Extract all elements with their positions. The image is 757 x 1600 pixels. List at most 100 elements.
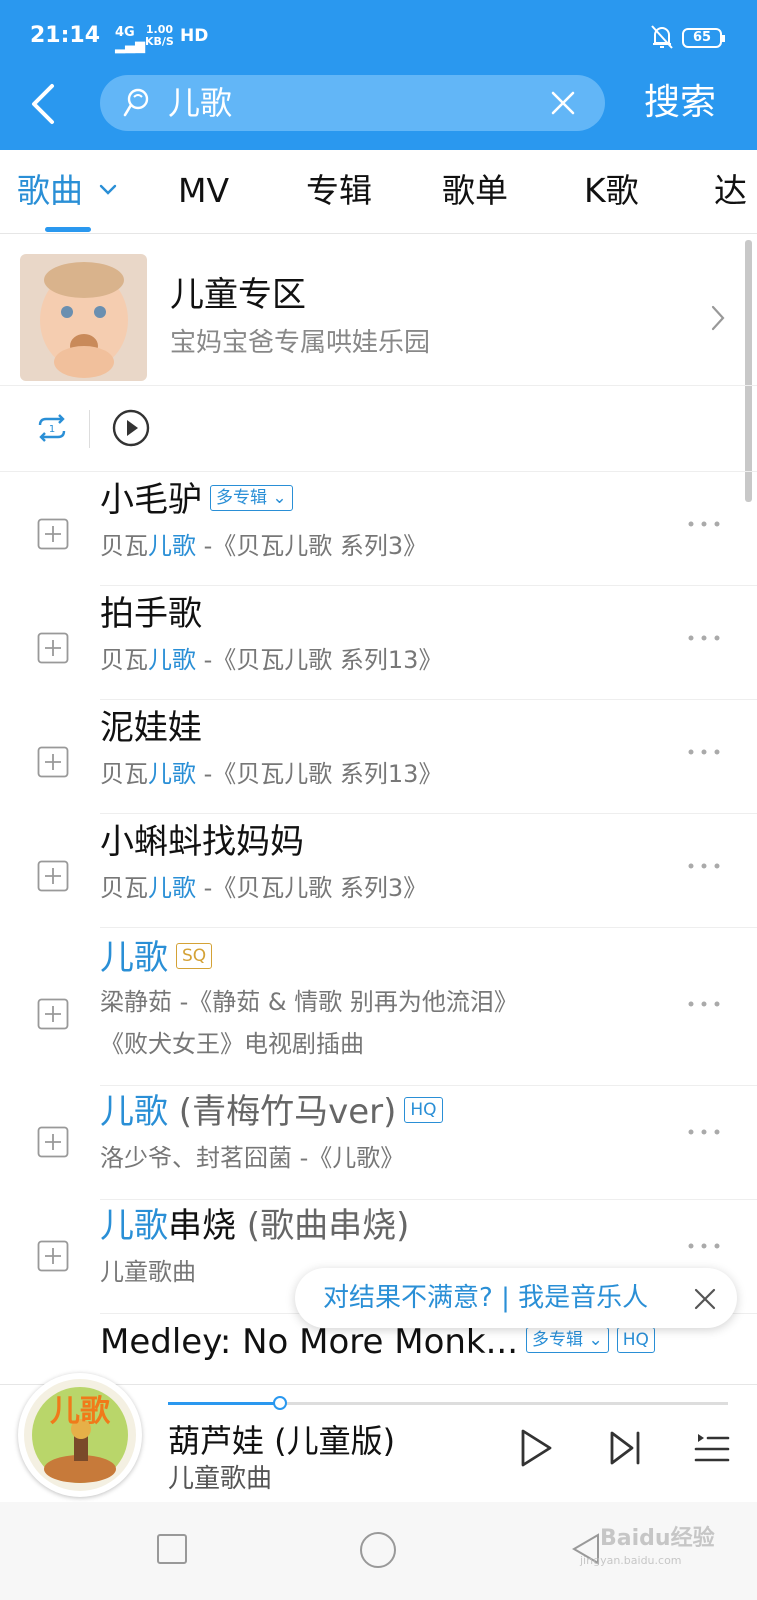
song-title: 小毛驴 多专辑 ⌄ <box>100 478 293 522</box>
song-title-rest: (青梅竹马ver) <box>168 1092 397 1132</box>
next-track-icon[interactable] <box>608 1429 642 1467</box>
battery-level: 65 <box>692 30 712 45</box>
status-time: 21:14 <box>30 23 101 48</box>
tab-mv[interactable]: MV <box>178 170 229 212</box>
search-input[interactable]: 儿歌 <box>100 75 605 131</box>
recent-apps-button[interactable] <box>157 1534 187 1564</box>
song-meta: 儿童歌曲 <box>100 1258 196 1286</box>
play-all-icon[interactable] <box>111 408 151 448</box>
album-name: -《贝瓦儿歌 系列13》 <box>196 760 443 788</box>
network-indicator: 4G ▂▄▆ <box>115 25 145 54</box>
watermark-url: jingyan.baidu.com <box>580 1554 682 1567</box>
more-icon[interactable] <box>686 999 722 1009</box>
status-bar: 21:14 4G ▂▄▆ 1.00 KB/S HD 65 <box>0 0 757 70</box>
feedback-toast[interactable]: 对结果不满意? | 我是音乐人 <box>295 1268 737 1328</box>
repeat-one-icon[interactable]: 1 <box>34 410 70 446</box>
back-arrow-icon[interactable] <box>26 82 66 126</box>
now-playing-artist: 儿童歌曲 <box>168 1464 273 1494</box>
app-header: 21:14 4G ▂▄▆ 1.00 KB/S HD 65 儿歌 搜索 <box>0 0 757 150</box>
progress-handle[interactable] <box>273 1396 287 1410</box>
divider <box>89 410 90 448</box>
hd-indicator: HD <box>180 26 209 46</box>
tab-playlists[interactable]: 歌单 <box>442 170 508 212</box>
song-title: 小蝌蚪找妈妈 <box>100 822 304 862</box>
badge-label: 多专辑 <box>216 487 267 508</box>
album-cover-art: 儿歌 <box>24 1379 136 1491</box>
play-icon[interactable] <box>518 1427 554 1469</box>
artist-highlight: 儿歌 <box>148 760 196 788</box>
song-meta: 贝瓦儿歌 -《贝瓦儿歌 系列13》 <box>100 758 442 790</box>
song-meta: 贝瓦儿歌 -《贝瓦儿歌 系列3》 <box>100 530 427 562</box>
badge-label: 多专辑 <box>532 1329 584 1350</box>
song-row[interactable]: 儿歌 (青梅竹马ver) HQ 洛少爷、封茗囧菌 -《儿歌》 <box>0 1086 757 1200</box>
song-title-note: (歌曲串烧) <box>236 1206 410 1246</box>
more-icon[interactable] <box>686 1127 722 1137</box>
mini-player[interactable]: 儿歌 葫芦娃 (儿童版) 儿童歌曲 <box>0 1373 757 1502</box>
more-icon[interactable] <box>686 519 722 529</box>
artist-highlight: 儿歌 <box>148 646 196 674</box>
clear-icon[interactable] <box>549 89 577 117</box>
voice-search-icon[interactable] <box>118 85 154 121</box>
artist-prefix: 贝瓦 <box>100 760 148 788</box>
add-icon[interactable] <box>37 746 69 778</box>
more-icon[interactable] <box>686 633 722 643</box>
tab-artists[interactable]: 达 <box>714 170 747 212</box>
bell-muted-icon <box>651 25 673 49</box>
network-label: 4G <box>115 25 135 40</box>
speed-unit: KB/S <box>145 35 174 48</box>
song-title: 儿歌 (青梅竹马ver) HQ <box>100 1090 443 1134</box>
song-title: 儿歌 SQ <box>100 936 213 980</box>
result-tabs: 歌曲 MV 专辑 歌单 K歌 达 <box>0 150 757 234</box>
battery-icon: 65 <box>682 28 725 48</box>
more-icon[interactable] <box>686 747 722 757</box>
multi-album-badge[interactable]: 多专辑 ⌄ <box>210 484 293 511</box>
artist-prefix: 贝瓦 <box>100 532 148 560</box>
tab-karaoke[interactable]: K歌 <box>584 170 639 212</box>
add-icon[interactable] <box>37 1126 69 1158</box>
playback-controls: 1 <box>0 386 757 472</box>
song-row[interactable]: 拍手歌 贝瓦儿歌 -《贝瓦儿歌 系列13》 <box>0 586 757 700</box>
song-note: 《败犬女王》电视剧插曲 <box>100 1030 364 1058</box>
add-icon[interactable] <box>37 998 69 1030</box>
search-button[interactable]: 搜索 <box>644 80 716 126</box>
add-icon[interactable] <box>37 518 69 550</box>
active-tab-indicator <box>45 227 91 232</box>
song-row[interactable]: 小毛驴 多专辑 ⌄ 贝瓦儿歌 -《贝瓦儿歌 系列3》 <box>0 472 757 586</box>
svg-text:1: 1 <box>49 424 55 435</box>
song-title-text: 小毛驴 <box>100 480 202 520</box>
song-row[interactable]: 儿歌 SQ 梁静茹 -《静茹 & 情歌 别再为他流泪》 《败犬女王》电视剧插曲 <box>0 928 757 1086</box>
baidu-watermark: Baidu经验 jingyan.baidu.com <box>580 1520 715 1567</box>
song-title-highlight: 儿歌 <box>100 938 168 978</box>
song-row[interactable]: 泥娃娃 贝瓦儿歌 -《贝瓦儿歌 系列13》 <box>0 700 757 814</box>
progress-bar[interactable] <box>168 1396 728 1410</box>
tab-albums[interactable]: 专辑 <box>306 170 372 212</box>
song-title: 拍手歌 <box>100 594 202 634</box>
song-row[interactable]: 小蝌蚪找妈妈 贝瓦儿歌 -《贝瓦儿歌 系列3》 <box>0 814 757 928</box>
home-button[interactable] <box>360 1532 396 1568</box>
hq-badge: HQ <box>616 1326 655 1353</box>
song-title-highlight: 儿歌 <box>100 1206 168 1246</box>
chevron-down-icon[interactable] <box>98 183 118 197</box>
album-name: -《贝瓦儿歌 系列3》 <box>196 874 428 902</box>
song-title-highlight: 儿歌 <box>100 1092 168 1132</box>
zone-subtitle: 宝妈宝爸专属哄娃乐园 <box>170 328 431 358</box>
close-icon[interactable] <box>693 1287 717 1311</box>
add-icon[interactable] <box>37 1240 69 1272</box>
baby-thumbnail-image <box>20 254 147 381</box>
artist-prefix: 贝瓦 <box>100 874 148 902</box>
kids-zone-banner[interactable]: 儿童专区 宝妈宝爸专属哄娃乐园 <box>0 234 757 386</box>
artist-highlight: 儿歌 <box>148 532 196 560</box>
artist-highlight: 儿歌 <box>148 874 196 902</box>
artist-prefix: 贝瓦 <box>100 646 148 674</box>
song-meta: 梁静茹 -《静茹 & 情歌 别再为他流泪》 <box>100 988 518 1016</box>
song-meta: 贝瓦儿歌 -《贝瓦儿歌 系列3》 <box>100 872 427 904</box>
more-icon[interactable] <box>686 861 722 871</box>
add-icon[interactable] <box>37 632 69 664</box>
feedback-text[interactable]: 对结果不满意? | 我是音乐人 <box>323 1280 648 1316</box>
more-icon[interactable] <box>686 1241 722 1251</box>
tab-songs[interactable]: 歌曲 <box>17 170 83 212</box>
album-cover[interactable]: 儿歌 <box>18 1373 142 1497</box>
multi-album-badge[interactable]: 多专辑 ⌄ <box>526 1326 609 1353</box>
playlist-icon[interactable] <box>694 1431 730 1467</box>
add-icon[interactable] <box>37 860 69 892</box>
